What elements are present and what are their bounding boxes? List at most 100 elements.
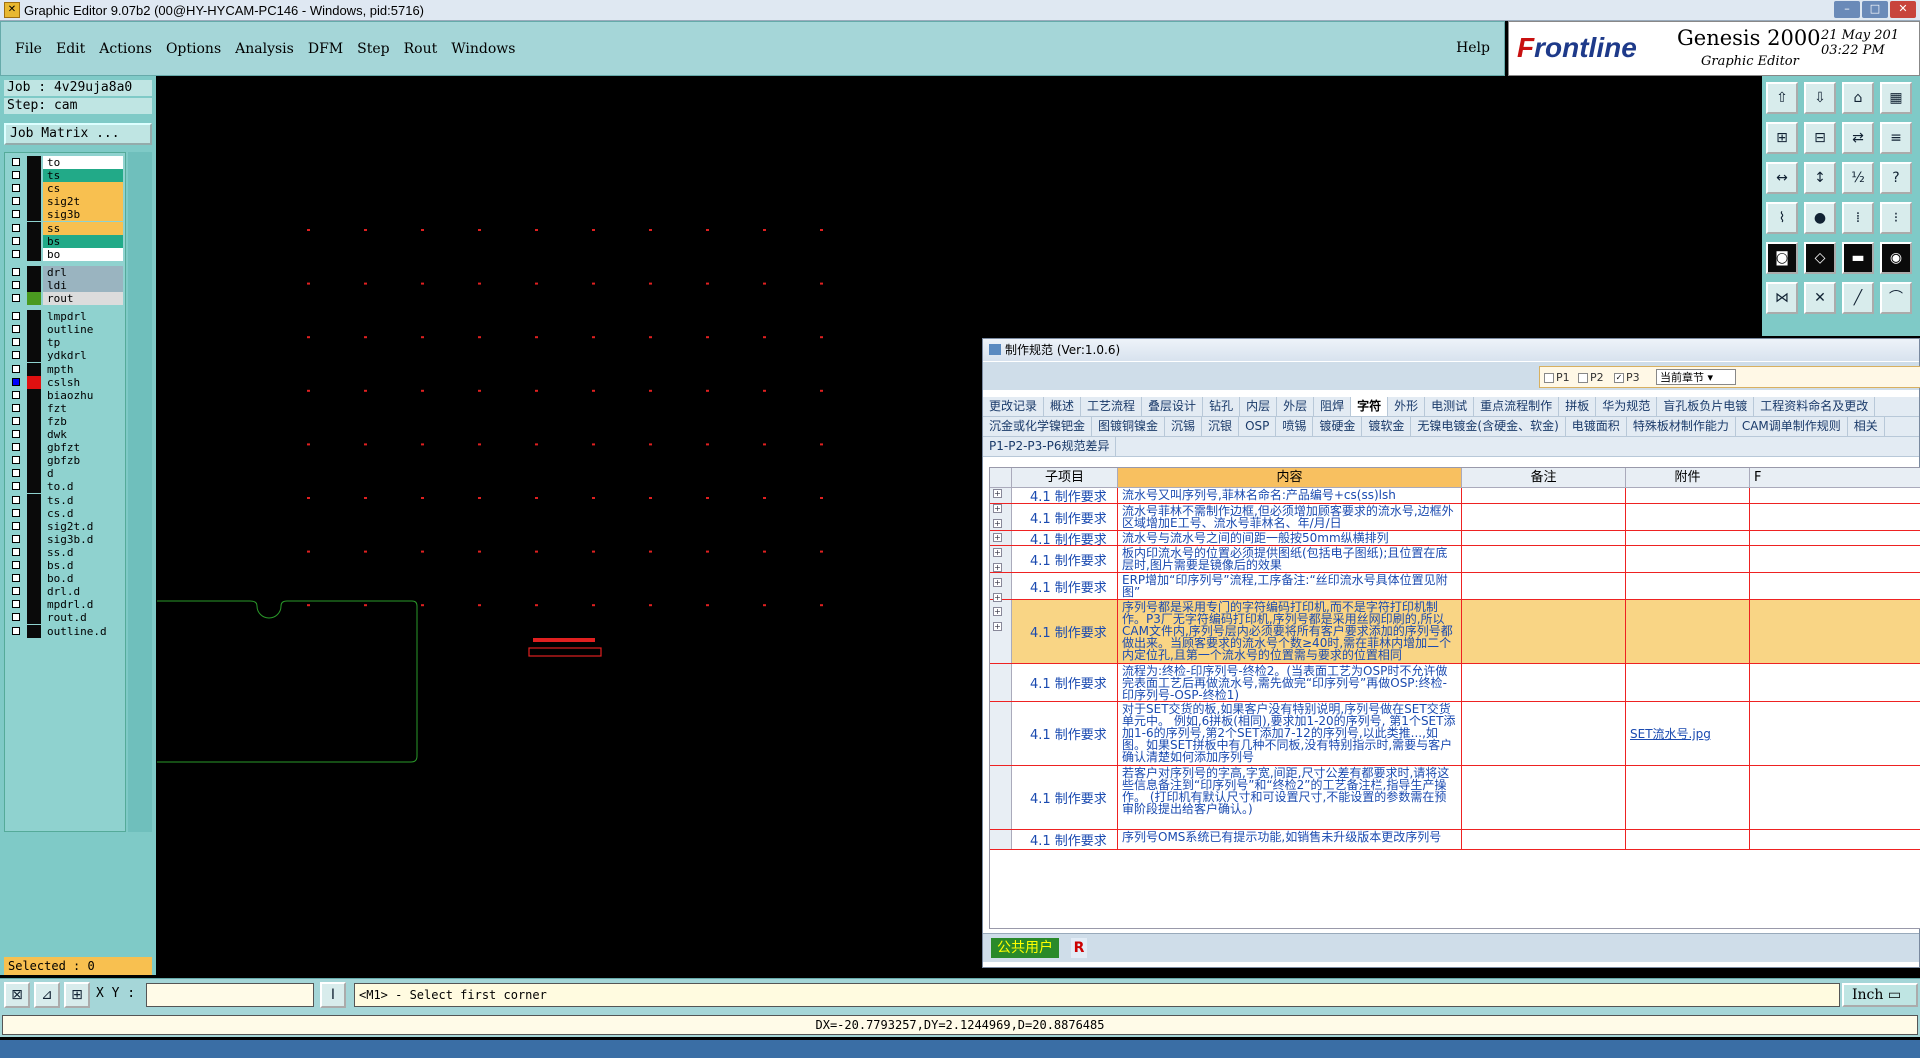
layer-swatch[interactable]	[27, 278, 41, 292]
layer-row-lmpdrl[interactable]: lmpdrl	[7, 310, 123, 324]
layer-name[interactable]: biaozhu	[43, 388, 123, 402]
layer-checkbox[interactable]	[12, 294, 20, 302]
expand-node-icon[interactable]: +	[993, 518, 1002, 528]
layer-row-rout.d[interactable]: rout.d	[7, 611, 123, 625]
col-header-remark[interactable]: 备注	[1462, 468, 1626, 488]
layer-row-mpth[interactable]: mpth	[7, 362, 123, 376]
layer-row-drl[interactable]: drl	[7, 265, 123, 279]
layer-checkbox[interactable]	[12, 236, 20, 245]
layer-name[interactable]: ldi	[43, 278, 123, 292]
tab-tabs2-12[interactable]: 相关	[1848, 417, 1885, 436]
layer-swatch[interactable]	[27, 195, 41, 209]
layer-swatch[interactable]	[27, 388, 41, 402]
layer-name[interactable]: cs.d	[43, 506, 123, 520]
layer-swatch[interactable]	[27, 375, 41, 389]
layer-swatch[interactable]	[27, 519, 41, 533]
layer-row-gbfzb[interactable]: gbfzb	[7, 454, 123, 468]
menu-actions[interactable]: Actions	[99, 41, 152, 57]
layer-checkbox[interactable]	[12, 469, 20, 478]
tab-tabs1-13[interactable]: 华为规范	[1596, 397, 1658, 416]
layer-row-sig3b.d[interactable]: sig3b.d	[7, 532, 123, 546]
layer-row-outline.d[interactable]: outline.d	[7, 624, 123, 638]
zoom-in-icon[interactable]: ⊞	[1766, 122, 1798, 154]
arc-icon[interactable]: ⌒	[1880, 282, 1912, 314]
layer-swatch[interactable]	[27, 480, 41, 494]
layer-name[interactable]: sig3b.d	[43, 532, 123, 546]
tab-tabs3-0[interactable]: P1-P2-P3-P6规范差异	[983, 437, 1117, 456]
tab-tabs1-9[interactable]: 外形	[1388, 397, 1426, 416]
layer-row-ss.d[interactable]: ss.d	[7, 545, 123, 559]
expand-node-icon[interactable]: +	[993, 607, 1002, 617]
layer-row-rout[interactable]: rout	[7, 292, 123, 305]
layer-row-gbfzt[interactable]: gbfzt	[7, 441, 123, 455]
layer-row-outline[interactable]: outline	[7, 323, 123, 337]
minimize-button[interactable]: –	[1834, 1, 1860, 18]
layer-checkbox[interactable]	[12, 280, 20, 289]
fit-width-icon[interactable]: ↔	[1766, 162, 1798, 194]
tab-tabs2-8[interactable]: 无镍电镀金(含硬金、软金)	[1411, 417, 1566, 436]
layer-checkbox[interactable]	[12, 416, 20, 425]
layer-row-sig2t.d[interactable]: sig2t.d	[7, 519, 123, 533]
layer-checkbox[interactable]	[12, 534, 20, 543]
menu-analysis[interactable]: Analysis	[235, 41, 294, 57]
layer-swatch[interactable]	[27, 182, 41, 196]
layer-name[interactable]: rout.d	[43, 611, 123, 625]
expand-node-icon[interactable]: +	[993, 489, 1002, 498]
layer-row-fzb[interactable]: fzb	[7, 414, 123, 428]
layer-swatch[interactable]	[27, 323, 41, 337]
layer-name[interactable]: sig3b	[43, 208, 123, 222]
expand-node-icon[interactable]: +	[993, 563, 1002, 572]
tab-tabs2-4[interactable]: OSP	[1239, 417, 1277, 436]
layer-swatch[interactable]	[27, 265, 41, 279]
layer-swatch[interactable]	[27, 545, 41, 559]
layer-swatch[interactable]	[27, 208, 41, 222]
layer-name[interactable]: to	[43, 156, 123, 169]
layer-checkbox[interactable]	[12, 561, 20, 569]
units-select[interactable]: Inch ▭	[1842, 983, 1918, 1007]
layer-name[interactable]: drl.d	[43, 585, 123, 599]
layer-swatch[interactable]	[27, 454, 41, 468]
table-row[interactable]: 4.1 制作要求 流水号与流水号之间的间距一般按50mm纵横排列	[990, 531, 1920, 548]
layer-swatch[interactable]	[27, 292, 41, 305]
snapshot-icon[interactable]: ◙	[1766, 242, 1798, 274]
tab-tabs2-2[interactable]: 沉锡	[1165, 417, 1203, 436]
layer-swatch[interactable]	[27, 428, 41, 441]
tab-tabs1-10[interactable]: 电测试	[1425, 397, 1475, 416]
layer-name[interactable]: ss	[43, 221, 123, 235]
expand-node-icon[interactable]: +	[993, 622, 1002, 632]
refresh-button[interactable]: R	[1071, 938, 1087, 958]
layer-checkbox[interactable]	[12, 456, 20, 465]
tab-tabs1-12[interactable]: 拼板	[1559, 397, 1597, 416]
layer-name[interactable]: fzt	[43, 401, 123, 415]
app-icon[interactable]: ✕	[4, 2, 20, 18]
tab-tabs1-8[interactable]: 字符	[1351, 397, 1389, 416]
grid-icon[interactable]: ⊞	[64, 982, 90, 1008]
cursor-icon[interactable]: I	[320, 982, 346, 1008]
tab-tabs1-4[interactable]: 钻孔	[1203, 397, 1241, 416]
expand-node-icon[interactable]: +	[993, 503, 1002, 513]
layer-checkbox[interactable]	[12, 171, 20, 180]
layer-name[interactable]: ts.d	[43, 493, 123, 507]
layer-checkbox[interactable]	[12, 377, 20, 386]
layer-swatch[interactable]	[27, 169, 41, 183]
net-icon[interactable]: ⁞	[1842, 202, 1874, 234]
layer-row-ss[interactable]: ss	[7, 221, 123, 235]
tab-tabs1-1[interactable]: 概述	[1044, 397, 1082, 416]
expand-node-icon[interactable]: +	[993, 533, 1002, 543]
layer-checkbox[interactable]	[12, 495, 20, 504]
layer-swatch[interactable]	[27, 598, 41, 612]
layer-row-cslsh[interactable]: cslsh	[7, 375, 123, 389]
layer-swatch[interactable]	[27, 441, 41, 455]
layer-swatch[interactable]	[27, 624, 41, 638]
layer-checkbox[interactable]	[12, 267, 20, 276]
scale-icon[interactable]: ½	[1842, 162, 1874, 194]
col-header-attach[interactable]: 附件	[1626, 468, 1750, 488]
open-job-icon[interactable]: ⇧	[1766, 82, 1798, 114]
layer-swatch[interactable]	[27, 310, 41, 324]
filter-p1-checkbox[interactable]	[1544, 373, 1554, 383]
layer-swatch[interactable]	[27, 414, 41, 428]
expand-node-icon[interactable]: +	[993, 577, 1002, 587]
layer-checkbox[interactable]	[12, 613, 20, 622]
tab-tabs1-7[interactable]: 阻焊	[1314, 397, 1352, 416]
table-row[interactable]: 4.1 制作要求 ERP增加“印序列号”流程,工序备注:“丝印流水号具体位置见附图…	[990, 573, 1920, 600]
